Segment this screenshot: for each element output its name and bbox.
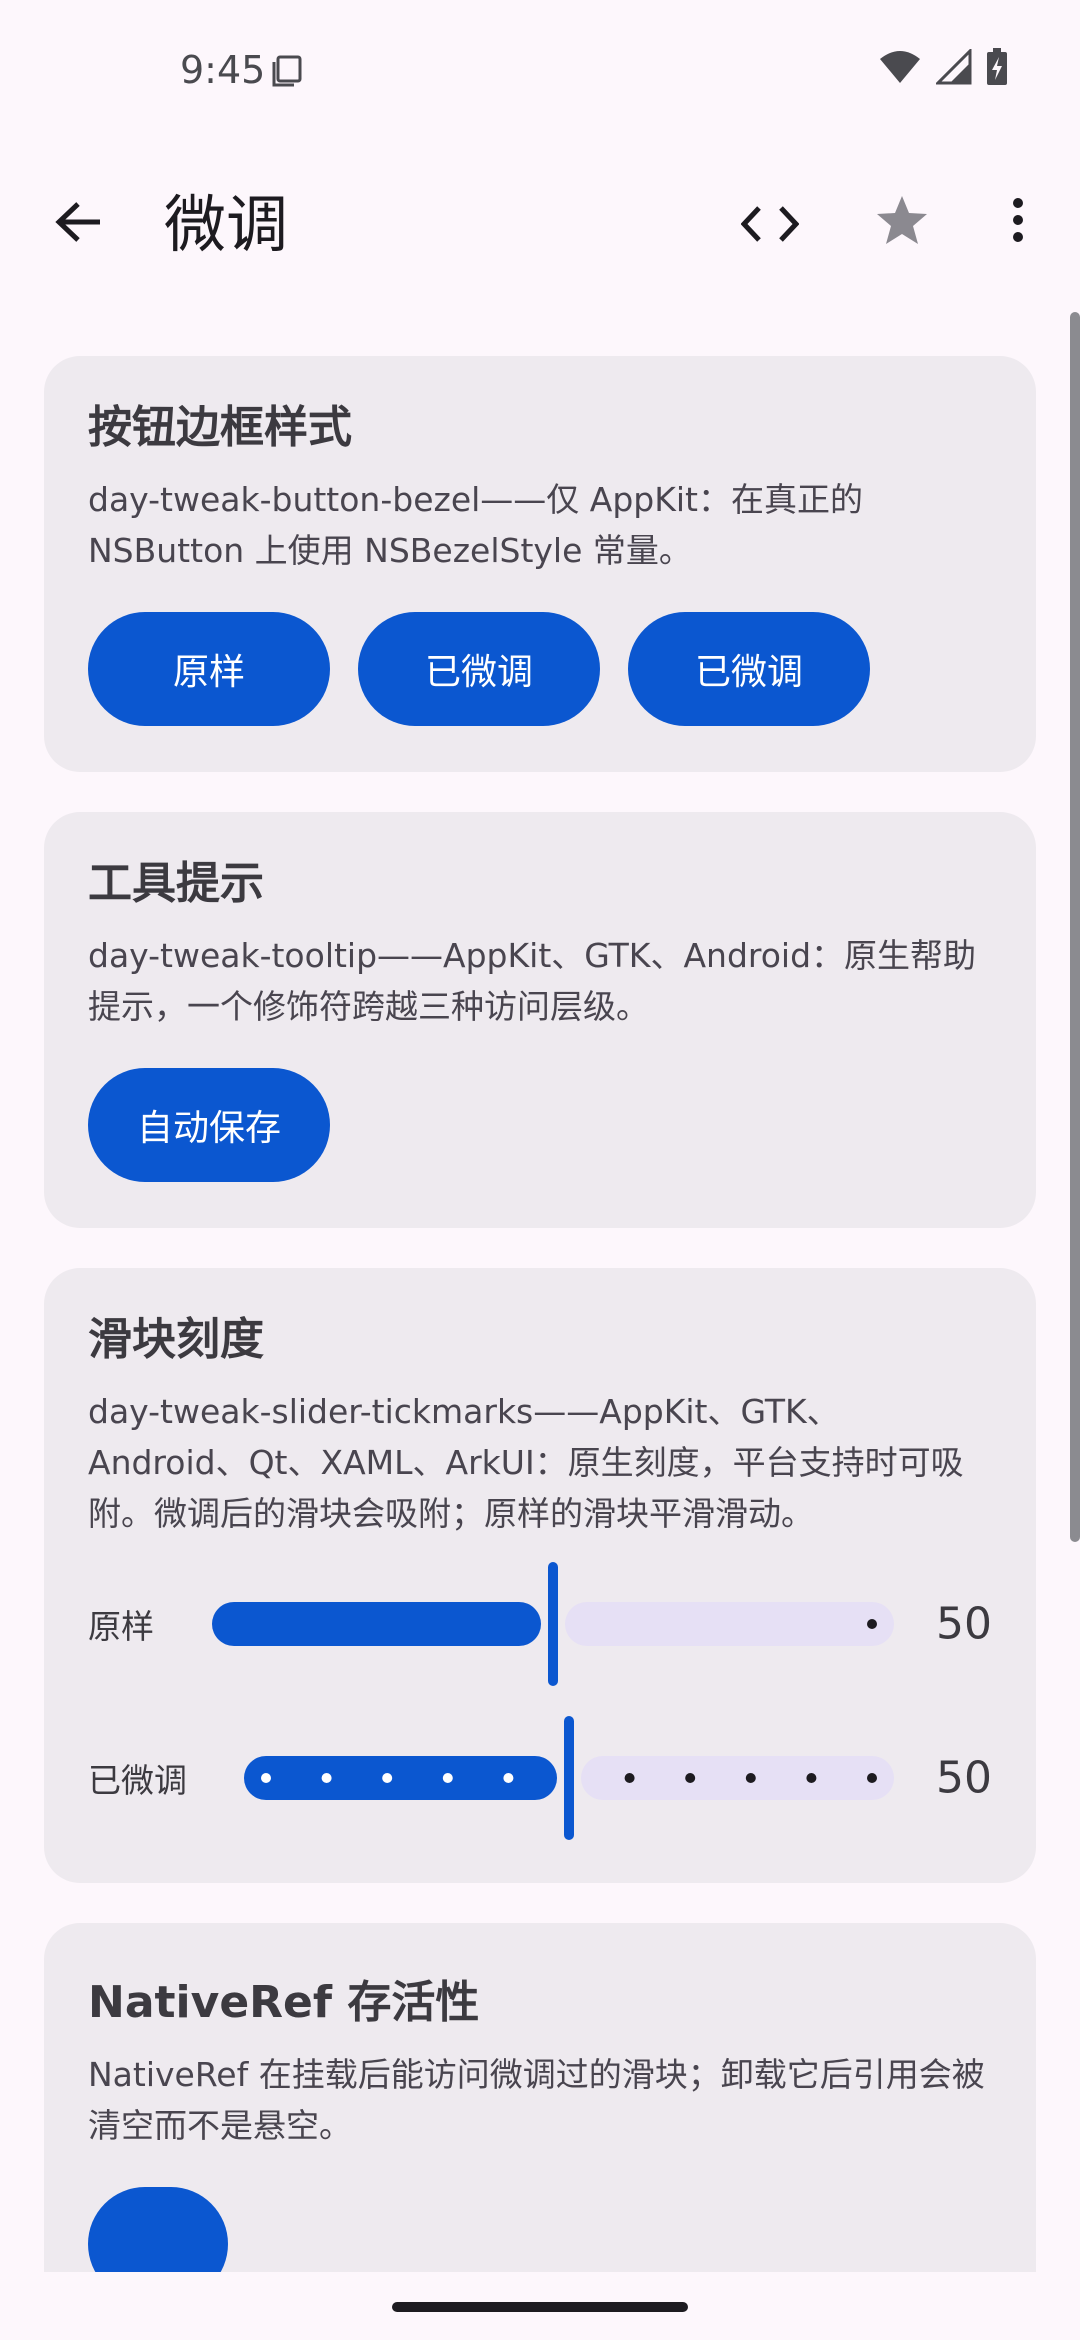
slider-tick-mark [806,1773,817,1783]
card-title: 工具提示 [88,858,264,909]
slider-label: 已微调 [88,1761,187,1800]
slider-row-original: 原样 50 [88,1547,992,1701]
autosave-button[interactable]: 自动保存 [88,1068,330,1182]
slider-thumb[interactable] [548,1562,558,1686]
code-icon [740,204,800,248]
more-options-button[interactable] [990,190,1046,254]
card-description: day-tweak-slider-tickmarks——AppKit、GTK、A… [88,1392,964,1533]
code-button[interactable] [738,194,802,258]
signal-icon [936,49,972,85]
gesture-nav-bar[interactable] [392,2302,688,2312]
page-title: 微调 [164,188,289,261]
scrollbar[interactable] [1070,312,1080,1542]
content-list: 按钮边框样式 day-tweak-button-bezel——仅 AppKit：… [44,356,1036,2340]
button-row: 自动保存 [88,1068,992,1182]
slider-value: 50 [936,1752,992,1804]
status-time: 9:45 [180,48,266,92]
battery-charging-icon [986,48,1008,86]
slider-active-track [212,1602,541,1646]
star-icon [875,194,929,250]
app-bar: 微调 [0,170,1080,280]
tweaked-button-2[interactable]: 已微调 [628,612,870,726]
slider-inactive-track [565,1602,894,1646]
slider-tick-mark [382,1773,393,1783]
slider-tick-mark [503,1773,514,1783]
slider-thumb[interactable] [564,1716,574,1840]
status-icons [878,48,1008,86]
card-slider-tickmarks: 滑块刻度 day-tweak-slider-tickmarks——AppKit、… [44,1268,1036,1883]
slider-end-stop [867,1619,877,1629]
card-title: 按钮边框样式 [88,402,352,453]
slider-label: 原样 [88,1607,154,1646]
status-bar: 9:45 [0,0,1080,140]
original-button[interactable]: 原样 [88,612,330,726]
card-tooltip: 工具提示 day-tweak-tooltip——AppKit、GTK、Andro… [44,812,1036,1228]
slider-tweaked[interactable] [244,1701,894,1855]
slider-tick-mark [442,1773,453,1783]
slider-tick-mark [745,1773,756,1783]
favorite-button[interactable] [870,190,934,254]
slider-tick-mark [685,1773,696,1783]
slider-row-tweaked: 已微调 50 [88,1701,992,1855]
card-button-bezel: 按钮边框样式 day-tweak-button-bezel——仅 AppKit：… [44,356,1036,772]
card-description: NativeRef 在挂载后能访问微调过的滑块；卸载它后引用会被清空而不是悬空。 [88,2055,985,2145]
screenshot-icon [270,54,302,87]
more-vert-icon [1011,197,1025,247]
card-title: 滑块刻度 [88,1314,264,1365]
slider-tick-mark [624,1773,635,1783]
card-description: day-tweak-tooltip——AppKit、GTK、Android：原生… [88,936,977,1026]
tweaked-button-1[interactable]: 已微调 [358,612,600,726]
slider-graphic [212,1562,894,1686]
slider-tick-mark [321,1773,332,1783]
back-arrow-icon [54,200,102,248]
screen: 9:45 微调 按钮边框样式 day-tweak-button-bezel——仅… [0,0,1080,2340]
button-row: 原样 已微调 已微调 [88,612,992,726]
slider-value: 50 [936,1598,992,1650]
card-description: day-tweak-button-bezel——仅 AppKit：在真正的 NS… [88,480,864,570]
wifi-icon [878,49,922,85]
slider-original[interactable] [212,1547,894,1701]
slider-tick-mark [261,1773,271,1783]
slider-graphic [244,1716,894,1840]
back-button[interactable] [46,192,110,256]
card-title: NativeRef 存活性 [88,1977,480,2028]
slider-tick-mark [867,1773,877,1783]
